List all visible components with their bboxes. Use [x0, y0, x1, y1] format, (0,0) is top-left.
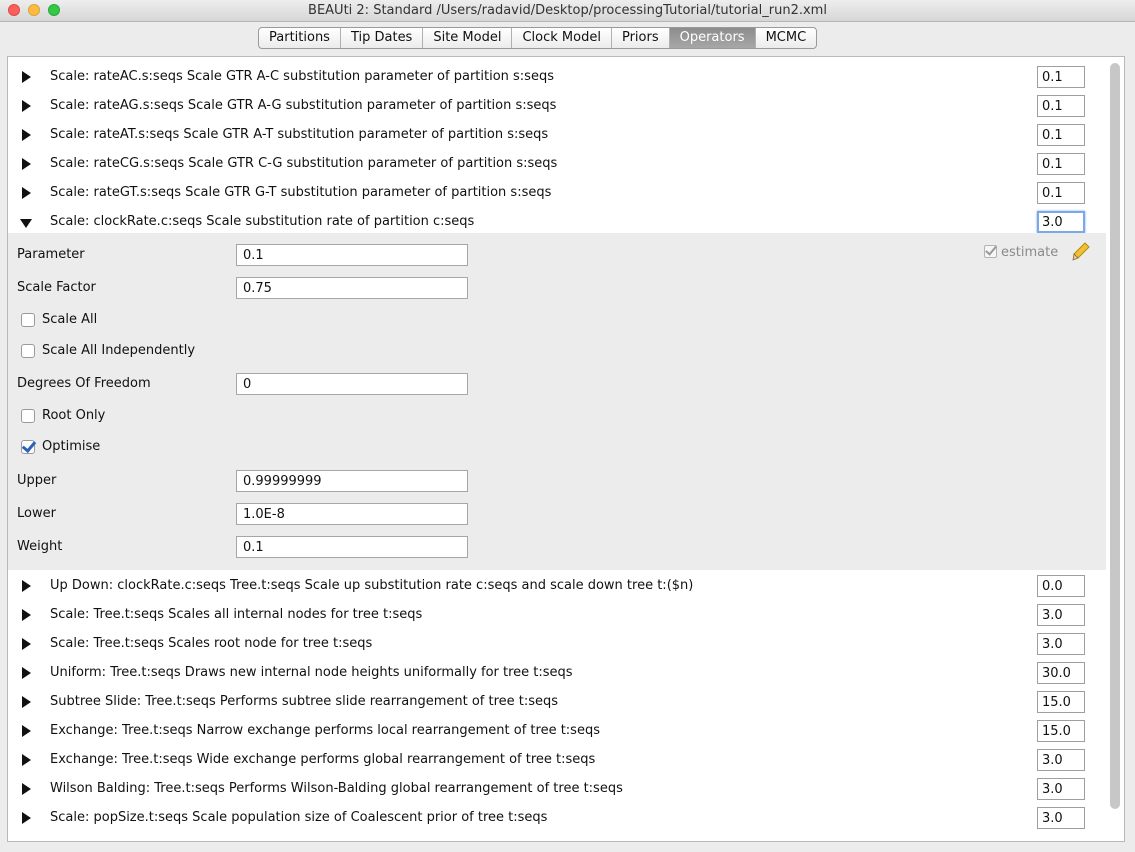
scale-all-checkbox[interactable] [21, 313, 35, 327]
expand-arrow-icon[interactable] [22, 609, 31, 621]
operator-row: Scale: Tree.t:seqs Scales all internal n… [8, 601, 1106, 630]
expand-arrow-icon[interactable] [22, 129, 31, 141]
parameter-label: Parameter [17, 247, 85, 262]
estimate-checkbox[interactable]: estimate [984, 245, 1058, 260]
operator-weight-field[interactable] [1037, 720, 1085, 742]
weight-label: Weight [17, 539, 63, 554]
root-only-label: Root Only [42, 408, 106, 423]
tab-tip-dates[interactable]: Tip Dates [341, 28, 424, 48]
expand-arrow-icon[interactable] [22, 667, 31, 679]
operator-row: Scale: rateAC.s:seqs Scale GTR A-C subst… [8, 63, 1106, 92]
tab-clock-model[interactable]: Clock Model [512, 28, 612, 48]
operator-row: Exchange: Tree.t:seqs Wide exchange perf… [8, 746, 1106, 775]
tab-bar: Partitions Tip Dates Site Model Clock Mo… [258, 27, 818, 49]
upper-field[interactable] [236, 470, 468, 492]
tab-operators[interactable]: Operators [669, 28, 756, 48]
parameter-field[interactable] [236, 244, 468, 266]
operators-panel: Scale: rateAC.s:seqs Scale GTR A-C subst… [7, 56, 1125, 842]
optimise-label: Optimise [42, 439, 101, 454]
operator-label: Scale: popSize.t:seqs Scale population s… [50, 810, 548, 825]
operator-row: Uniform: Tree.t:seqs Draws new internal … [8, 659, 1106, 688]
operator-label: Subtree Slide: Tree.t:seqs Performs subt… [50, 694, 559, 709]
operator-weight-field[interactable] [1037, 778, 1085, 800]
operator-weight-field[interactable] [1037, 575, 1085, 597]
operator-label: Scale: rateAG.s:seqs Scale GTR A-G subst… [50, 98, 557, 113]
scale-all-independently-checkbox[interactable] [21, 344, 35, 358]
expand-arrow-icon[interactable] [22, 754, 31, 766]
operator-row: Scale: rateGT.s:seqs Scale GTR G-T subst… [8, 179, 1106, 208]
operator-label: Scale: clockRate.c:seqs Scale substituti… [50, 214, 475, 229]
expand-arrow-icon[interactable] [22, 696, 31, 708]
operator-row: Up Down: clockRate.c:seqs Tree.t:seqs Sc… [8, 572, 1106, 601]
optimise-checkbox[interactable] [21, 440, 35, 454]
expand-arrow-icon[interactable] [22, 812, 31, 824]
expand-arrow-icon[interactable] [22, 100, 31, 112]
operator-row: Exchange: Tree.t:seqs Narrow exchange pe… [8, 717, 1106, 746]
expand-arrow-icon[interactable] [22, 71, 31, 83]
operator-weight-field[interactable] [1037, 124, 1085, 146]
operator-label: Scale: rateAT.s:seqs Scale GTR A-T subst… [50, 127, 549, 142]
operator-details: Parameter estimate Scale Factor Scale Al… [8, 233, 1106, 570]
operator-label: Scale: Tree.t:seqs Scales all internal n… [50, 607, 423, 622]
operator-weight-field[interactable] [1037, 662, 1085, 684]
operator-label: Scale: rateAC.s:seqs Scale GTR A-C subst… [50, 69, 554, 84]
expand-arrow-icon[interactable] [22, 580, 31, 592]
window-title: BEAUti 2: Standard /Users/radavid/Deskto… [308, 3, 827, 18]
tab-site-model[interactable]: Site Model [423, 28, 513, 48]
operator-weight-field[interactable] [1037, 807, 1085, 829]
operator-weight-field[interactable] [1037, 691, 1085, 713]
window-titlebar: BEAUti 2: Standard /Users/radavid/Deskto… [0, 0, 1135, 22]
operator-row: Subtree Slide: Tree.t:seqs Performs subt… [8, 688, 1106, 717]
root-only-checkbox[interactable] [21, 409, 35, 423]
operator-label: Exchange: Tree.t:seqs Narrow exchange pe… [50, 723, 600, 738]
operator-row: Scale: popSize.t:seqs Scale population s… [8, 804, 1106, 833]
operator-row: Scale: rateCG.s:seqs Scale GTR C-G subst… [8, 150, 1106, 179]
expand-arrow-icon[interactable] [22, 725, 31, 737]
operator-label: Wilson Balding: Tree.t:seqs Performs Wil… [50, 781, 623, 796]
operator-row: Wilson Balding: Tree.t:seqs Performs Wil… [8, 775, 1106, 804]
operator-weight-field[interactable] [1037, 604, 1085, 626]
operator-weight-field[interactable] [1037, 153, 1085, 175]
operator-row: Scale: rateAG.s:seqs Scale GTR A-G subst… [8, 92, 1106, 121]
scale-factor-label: Scale Factor [17, 280, 96, 295]
operator-label: Up Down: clockRate.c:seqs Tree.t:seqs Sc… [50, 578, 694, 593]
scale-factor-field[interactable] [236, 277, 468, 299]
operator-label: Scale: Tree.t:seqs Scales root node for … [50, 636, 373, 651]
weight-field[interactable] [236, 536, 468, 558]
operator-row: Scale: Tree.t:seqs Scales root node for … [8, 630, 1106, 659]
expand-arrow-icon[interactable] [22, 187, 31, 199]
operator-label: Scale: rateCG.s:seqs Scale GTR C-G subst… [50, 156, 558, 171]
operator-weight-field[interactable] [1037, 95, 1085, 117]
pencil-icon[interactable] [1072, 242, 1090, 262]
operator-label: Uniform: Tree.t:seqs Draws new internal … [50, 665, 573, 680]
expand-arrow-icon[interactable] [22, 158, 31, 170]
degrees-of-freedom-label: Degrees Of Freedom [17, 376, 151, 391]
operator-label: Scale: rateGT.s:seqs Scale GTR G-T subst… [50, 185, 552, 200]
tab-priors[interactable]: Priors [612, 28, 670, 48]
operator-weight-field[interactable] [1037, 211, 1085, 233]
operator-label: Exchange: Tree.t:seqs Wide exchange perf… [50, 752, 596, 767]
vertical-scrollbar[interactable] [1110, 63, 1120, 809]
expand-arrow-icon[interactable] [22, 783, 31, 795]
estimate-label: estimate [1001, 245, 1059, 260]
scale-all-label: Scale All [42, 312, 98, 327]
operator-weight-field[interactable] [1037, 66, 1085, 88]
tab-mcmc[interactable]: MCMC [756, 28, 817, 48]
lower-field[interactable] [236, 503, 468, 525]
expand-arrow-icon[interactable] [22, 638, 31, 650]
tab-partitions[interactable]: Partitions [259, 28, 341, 48]
degrees-of-freedom-field[interactable] [236, 373, 468, 395]
operator-weight-field[interactable] [1037, 633, 1085, 655]
operator-weight-field[interactable] [1037, 749, 1085, 771]
collapse-arrow-icon[interactable] [20, 219, 32, 228]
lower-label: Lower [17, 506, 56, 521]
estimate-check-icon [984, 245, 997, 258]
operator-weight-field[interactable] [1037, 182, 1085, 204]
operator-row: Scale: rateAT.s:seqs Scale GTR A-T subst… [8, 121, 1106, 150]
upper-label: Upper [17, 473, 57, 488]
scale-all-independently-label: Scale All Independently [42, 343, 196, 358]
